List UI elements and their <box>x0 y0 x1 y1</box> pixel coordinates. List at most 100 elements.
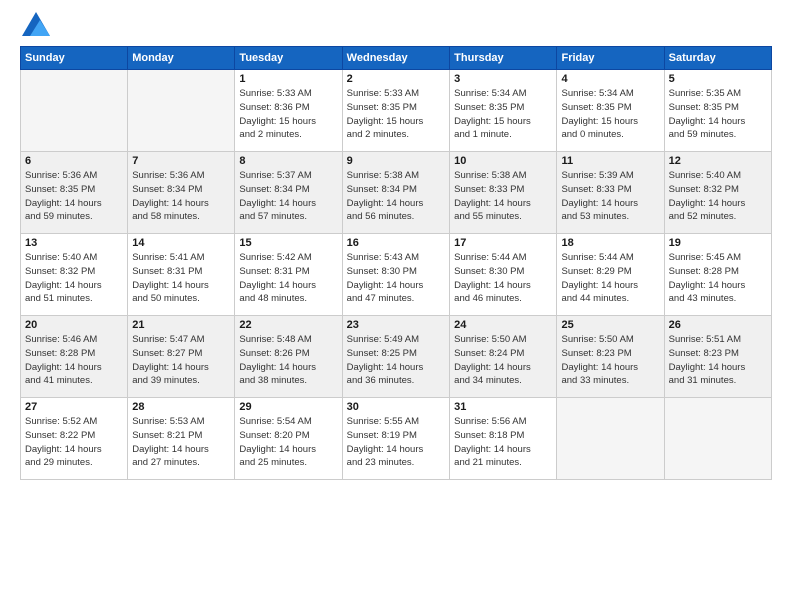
day-info: Sunrise: 5:43 AM Sunset: 8:30 PM Dayligh… <box>347 251 445 306</box>
day-info: Sunrise: 5:45 AM Sunset: 8:28 PM Dayligh… <box>669 251 767 306</box>
calendar-day-header: Monday <box>128 47 235 70</box>
calendar-cell: 17Sunrise: 5:44 AM Sunset: 8:30 PM Dayli… <box>450 234 557 316</box>
calendar-cell: 29 Sunrise: 5:54 AM Sunset: 8:20 PM Dayli… <box>235 398 342 480</box>
day-number: 27 <box>25 401 123 413</box>
calendar-cell: 18 Sunrise: 5:44 AM Sunset: 8:29 PM Dayli… <box>557 234 664 316</box>
day-number: 3 <box>454 73 552 85</box>
day-number: 24 <box>454 319 552 331</box>
calendar-cell: 5Sunrise: 5:35 AM Sunset: 8:35 PM Daylig… <box>664 70 771 152</box>
calendar-cell: 3 Sunrise: 5:34 AM Sunset: 8:35 PM Daylig… <box>450 70 557 152</box>
calendar-cell: 25 Sunrise: 5:50 AM Sunset: 8:23 PM Dayli… <box>557 316 664 398</box>
day-number: 19 <box>669 237 767 249</box>
day-info: Sunrise: 5:38 AM Sunset: 8:34 PM Dayligh… <box>347 169 445 224</box>
calendar-header-row: SundayMondayTuesdayWednesdayThursdayFrid… <box>21 47 772 70</box>
day-number: 28 <box>132 401 230 413</box>
calendar-cell: 31 Sunrise: 5:56 AM Sunset: 8:18 PM Dayli… <box>450 398 557 480</box>
day-number: 29 <box>239 401 337 413</box>
calendar-cell: 6 Sunrise: 5:36 AM Sunset: 8:35 PM Daylig… <box>21 152 128 234</box>
calendar-cell: 24 Sunrise: 5:50 AM Sunset: 8:24 PM Dayli… <box>450 316 557 398</box>
day-number: 23 <box>347 319 445 331</box>
calendar-cell: 7 Sunrise: 5:36 AM Sunset: 8:34 PM Daylig… <box>128 152 235 234</box>
header <box>20 16 772 36</box>
day-info: Sunrise: 5:55 AM Sunset: 8:19 PM Dayligh… <box>347 415 445 470</box>
calendar-cell: 12 Sunrise: 5:40 AM Sunset: 8:32 PM Dayli… <box>664 152 771 234</box>
day-number: 6 <box>25 155 123 167</box>
calendar-day-header: Sunday <box>21 47 128 70</box>
day-info: Sunrise: 5:37 AM Sunset: 8:34 PM Dayligh… <box>239 169 337 224</box>
page: SundayMondayTuesdayWednesdayThursdayFrid… <box>0 0 792 612</box>
day-info: Sunrise: 5:34 AM Sunset: 8:35 PM Dayligh… <box>561 87 659 142</box>
calendar-cell: 21Sunrise: 5:47 AM Sunset: 8:27 PM Dayli… <box>128 316 235 398</box>
calendar-week-row: 1 Sunrise: 5:33 AM Sunset: 8:36 PM Daylig… <box>21 70 772 152</box>
day-info: Sunrise: 5:34 AM Sunset: 8:35 PM Dayligh… <box>454 87 552 142</box>
day-info: Sunrise: 5:33 AM Sunset: 8:36 PM Dayligh… <box>239 87 337 142</box>
day-info: Sunrise: 5:54 AM Sunset: 8:20 PM Dayligh… <box>239 415 337 470</box>
calendar-cell <box>128 70 235 152</box>
calendar-cell: 10Sunrise: 5:38 AM Sunset: 8:33 PM Dayli… <box>450 152 557 234</box>
day-info: Sunrise: 5:44 AM Sunset: 8:29 PM Dayligh… <box>561 251 659 306</box>
calendar-cell: 20Sunrise: 5:46 AM Sunset: 8:28 PM Dayli… <box>21 316 128 398</box>
calendar-day-header: Thursday <box>450 47 557 70</box>
calendar-cell: 27Sunrise: 5:52 AM Sunset: 8:22 PM Dayli… <box>21 398 128 480</box>
day-info: Sunrise: 5:33 AM Sunset: 8:35 PM Dayligh… <box>347 87 445 142</box>
calendar-cell: 22 Sunrise: 5:48 AM Sunset: 8:26 PM Dayli… <box>235 316 342 398</box>
calendar-cell: 28 Sunrise: 5:53 AM Sunset: 8:21 PM Dayli… <box>128 398 235 480</box>
day-info: Sunrise: 5:41 AM Sunset: 8:31 PM Dayligh… <box>132 251 230 306</box>
calendar-cell: 11 Sunrise: 5:39 AM Sunset: 8:33 PM Dayli… <box>557 152 664 234</box>
day-info: Sunrise: 5:51 AM Sunset: 8:23 PM Dayligh… <box>669 333 767 388</box>
calendar-day-header: Friday <box>557 47 664 70</box>
calendar-cell: 19 Sunrise: 5:45 AM Sunset: 8:28 PM Dayli… <box>664 234 771 316</box>
day-number: 16 <box>347 237 445 249</box>
calendar-cell: 16 Sunrise: 5:43 AM Sunset: 8:30 PM Dayli… <box>342 234 449 316</box>
day-number: 12 <box>669 155 767 167</box>
logo-text <box>20 16 50 36</box>
day-number: 11 <box>561 155 659 167</box>
day-info: Sunrise: 5:50 AM Sunset: 8:23 PM Dayligh… <box>561 333 659 388</box>
day-info: Sunrise: 5:44 AM Sunset: 8:30 PM Dayligh… <box>454 251 552 306</box>
day-info: Sunrise: 5:56 AM Sunset: 8:18 PM Dayligh… <box>454 415 552 470</box>
day-info: Sunrise: 5:48 AM Sunset: 8:26 PM Dayligh… <box>239 333 337 388</box>
calendar-cell: 23 Sunrise: 5:49 AM Sunset: 8:25 PM Dayli… <box>342 316 449 398</box>
day-info: Sunrise: 5:40 AM Sunset: 8:32 PM Dayligh… <box>669 169 767 224</box>
calendar-week-row: 27Sunrise: 5:52 AM Sunset: 8:22 PM Dayli… <box>21 398 772 480</box>
day-number: 30 <box>347 401 445 413</box>
calendar-cell: 2 Sunrise: 5:33 AM Sunset: 8:35 PM Daylig… <box>342 70 449 152</box>
calendar-cell: 9 Sunrise: 5:38 AM Sunset: 8:34 PM Daylig… <box>342 152 449 234</box>
day-number: 26 <box>669 319 767 331</box>
calendar-day-header: Wednesday <box>342 47 449 70</box>
day-number: 9 <box>347 155 445 167</box>
calendar-cell <box>557 398 664 480</box>
day-number: 31 <box>454 401 552 413</box>
day-info: Sunrise: 5:53 AM Sunset: 8:21 PM Dayligh… <box>132 415 230 470</box>
day-info: Sunrise: 5:35 AM Sunset: 8:35 PM Dayligh… <box>669 87 767 142</box>
day-number: 18 <box>561 237 659 249</box>
day-number: 7 <box>132 155 230 167</box>
calendar-cell: 15Sunrise: 5:42 AM Sunset: 8:31 PM Dayli… <box>235 234 342 316</box>
day-number: 13 <box>25 237 123 249</box>
day-info: Sunrise: 5:49 AM Sunset: 8:25 PM Dayligh… <box>347 333 445 388</box>
day-info: Sunrise: 5:36 AM Sunset: 8:34 PM Dayligh… <box>132 169 230 224</box>
day-number: 14 <box>132 237 230 249</box>
day-number: 21 <box>132 319 230 331</box>
calendar-cell: 4 Sunrise: 5:34 AM Sunset: 8:35 PM Daylig… <box>557 70 664 152</box>
day-info: Sunrise: 5:50 AM Sunset: 8:24 PM Dayligh… <box>454 333 552 388</box>
calendar-cell <box>21 70 128 152</box>
day-number: 2 <box>347 73 445 85</box>
calendar-table: SundayMondayTuesdayWednesdayThursdayFrid… <box>20 46 772 480</box>
day-number: 1 <box>239 73 337 85</box>
day-info: Sunrise: 5:39 AM Sunset: 8:33 PM Dayligh… <box>561 169 659 224</box>
logo <box>20 16 50 36</box>
day-info: Sunrise: 5:46 AM Sunset: 8:28 PM Dayligh… <box>25 333 123 388</box>
calendar-cell: 8 Sunrise: 5:37 AM Sunset: 8:34 PM Daylig… <box>235 152 342 234</box>
day-number: 25 <box>561 319 659 331</box>
day-number: 22 <box>239 319 337 331</box>
day-number: 15 <box>239 237 337 249</box>
day-info: Sunrise: 5:36 AM Sunset: 8:35 PM Dayligh… <box>25 169 123 224</box>
day-number: 4 <box>561 73 659 85</box>
calendar-day-header: Saturday <box>664 47 771 70</box>
day-number: 10 <box>454 155 552 167</box>
day-number: 8 <box>239 155 337 167</box>
calendar-cell <box>664 398 771 480</box>
calendar-week-row: 6 Sunrise: 5:36 AM Sunset: 8:35 PM Daylig… <box>21 152 772 234</box>
calendar-cell: 13Sunrise: 5:40 AM Sunset: 8:32 PM Dayli… <box>21 234 128 316</box>
